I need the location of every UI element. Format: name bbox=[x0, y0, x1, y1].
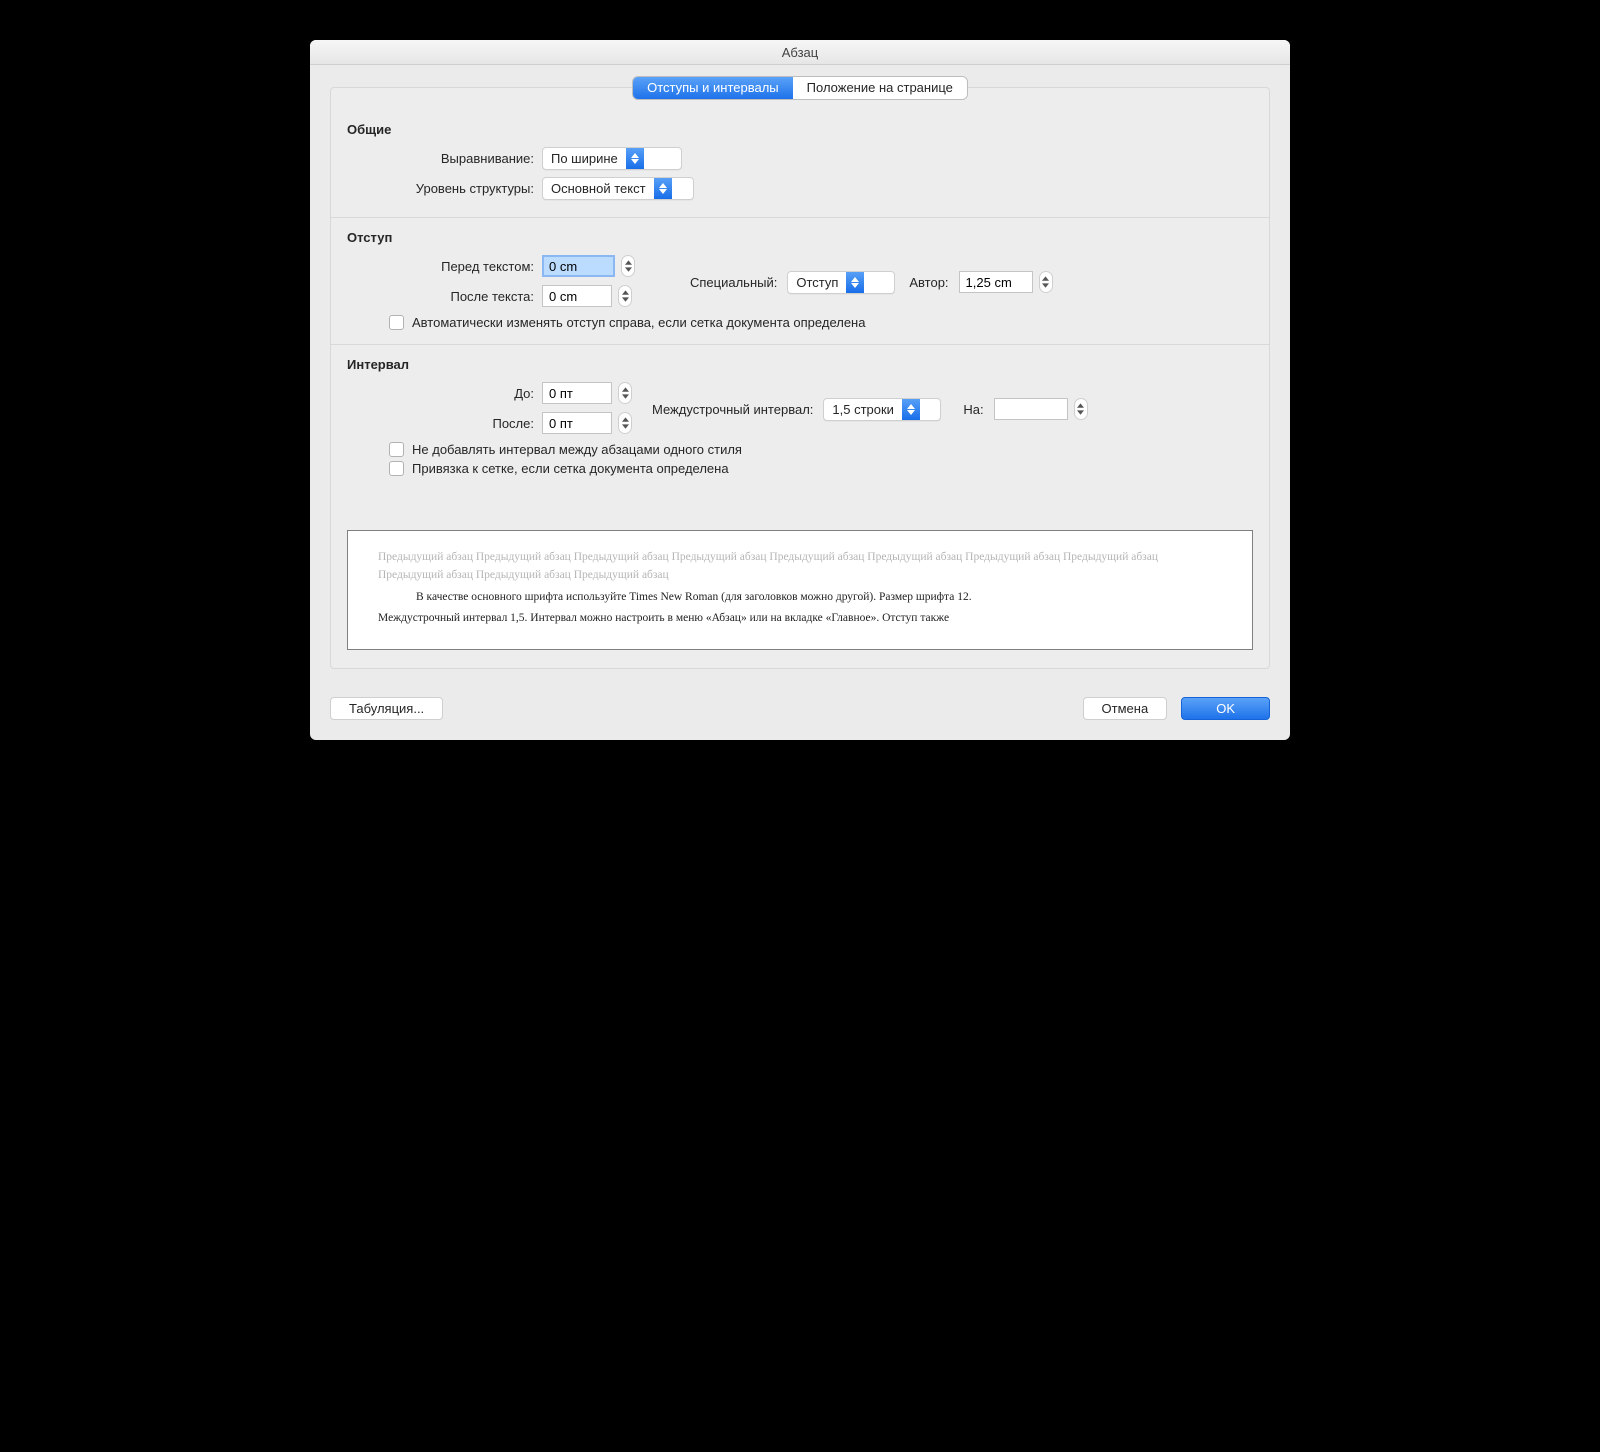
label-line-spacing: Междустрочный интервал: bbox=[652, 402, 813, 417]
select-special-value: Отступ bbox=[788, 275, 846, 290]
select-outline-value: Основной текст bbox=[543, 181, 654, 196]
stepper-spacing-before[interactable] bbox=[618, 382, 632, 404]
select-alignment[interactable]: По ширине bbox=[542, 147, 682, 170]
chevrons-icon bbox=[902, 399, 920, 420]
heading-indent: Отступ bbox=[347, 218, 1253, 251]
label-outline-level: Уровень структуры: bbox=[347, 181, 542, 196]
label-alignment: Выравнивание: bbox=[347, 151, 542, 166]
stepper-spacing-after[interactable] bbox=[618, 412, 632, 434]
label-spacing-after: После: bbox=[347, 416, 542, 431]
select-line-spacing[interactable]: 1,5 строки bbox=[823, 398, 941, 421]
stepper-special-by[interactable] bbox=[1039, 271, 1053, 293]
input-spacing-after[interactable] bbox=[542, 412, 612, 434]
window-title: Абзац bbox=[310, 40, 1290, 65]
preview-body-line2: Междустрочный интервал 1,5. Интервал мож… bbox=[378, 610, 1222, 628]
label-special: Специальный: bbox=[690, 275, 777, 290]
stepper-indent-after[interactable] bbox=[618, 285, 632, 307]
label-special-by: Автор: bbox=[909, 275, 948, 290]
tab-page-position[interactable]: Положение на странице bbox=[793, 77, 967, 99]
cancel-button[interactable]: Отмена bbox=[1083, 697, 1168, 720]
select-line-spacing-value: 1,5 строки bbox=[824, 402, 902, 417]
preview-previous-text: Предыдущий абзац Предыдущий абзац Предыд… bbox=[378, 549, 1222, 585]
stepper-indent-before[interactable] bbox=[621, 255, 635, 277]
select-outline-level[interactable]: Основной текст bbox=[542, 177, 694, 200]
tabs-button[interactable]: Табуляция... bbox=[330, 697, 443, 720]
stepper-line-at[interactable] bbox=[1074, 398, 1088, 420]
label-line-at: На: bbox=[963, 402, 983, 417]
heading-spacing: Интервал bbox=[347, 345, 1253, 378]
label-indent-after: После текста: bbox=[347, 289, 542, 304]
chevrons-icon bbox=[626, 148, 644, 169]
preview-pane: Предыдущий абзац Предыдущий абзац Предыд… bbox=[347, 530, 1253, 650]
section-indent: Отступ Перед текстом: После текст bbox=[331, 218, 1269, 345]
chevrons-icon bbox=[846, 272, 864, 293]
ok-button[interactable]: OK bbox=[1181, 697, 1270, 720]
label-auto-indent: Автоматически изменять отступ справа, ес… bbox=[412, 315, 865, 330]
input-indent-after[interactable] bbox=[542, 285, 612, 307]
input-special-by[interactable] bbox=[959, 271, 1033, 293]
select-alignment-value: По ширине bbox=[543, 151, 626, 166]
checkbox-no-space-same-style[interactable] bbox=[389, 442, 404, 457]
chevrons-icon bbox=[654, 178, 672, 199]
tab-indents-spacing[interactable]: Отступы и интервалы bbox=[633, 77, 793, 99]
checkbox-auto-indent[interactable] bbox=[389, 315, 404, 330]
label-no-space-same-style: Не добавлять интервал между абзацами одн… bbox=[412, 442, 742, 457]
section-spacing: Интервал До: После: bbox=[347, 345, 1253, 476]
input-line-at[interactable] bbox=[994, 398, 1068, 420]
label-spacing-before: До: bbox=[347, 386, 542, 401]
dialog-body: Отступы и интервалы Положение на страниц… bbox=[310, 65, 1290, 681]
label-snap-grid: Привязка к сетке, если сетка документа о… bbox=[412, 461, 729, 476]
preview-body-line1: В качестве основного шрифта используйте … bbox=[416, 591, 972, 603]
paragraph-dialog: Абзац Отступы и интервалы Положение на с… bbox=[310, 40, 1290, 740]
input-spacing-before[interactable] bbox=[542, 382, 612, 404]
label-indent-before: Перед текстом: bbox=[347, 259, 542, 274]
dialog-footer: Табуляция... Отмена OK bbox=[310, 681, 1290, 740]
select-special[interactable]: Отступ bbox=[787, 271, 895, 294]
heading-general: Общие bbox=[347, 110, 1253, 143]
input-indent-before[interactable] bbox=[542, 255, 615, 277]
section-general: Общие Выравнивание: По ширине Уровень ст… bbox=[331, 110, 1269, 218]
checkbox-snap-grid[interactable] bbox=[389, 461, 404, 476]
